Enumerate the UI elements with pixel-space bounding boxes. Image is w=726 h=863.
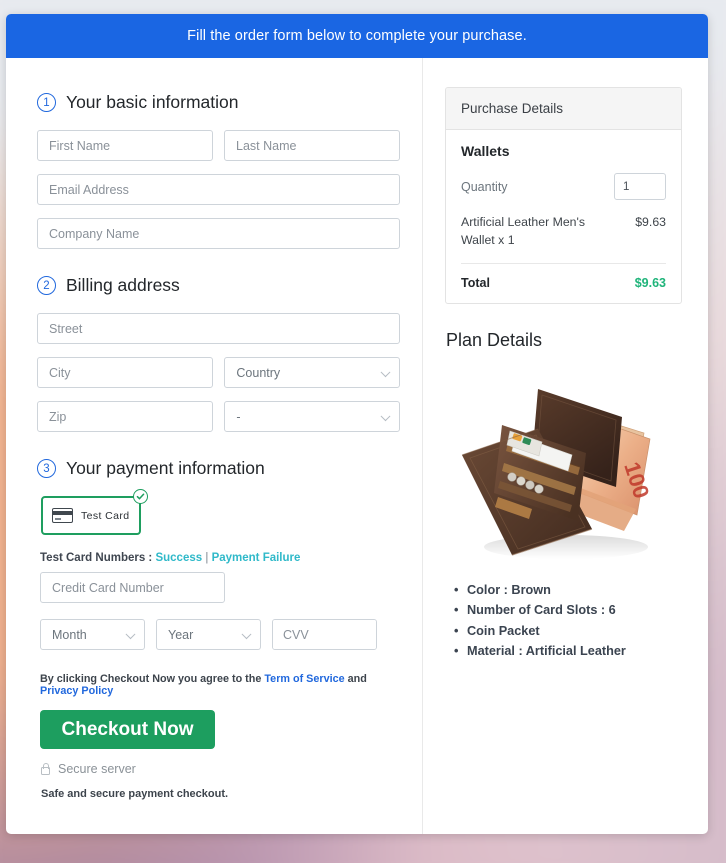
safe-checkout-note: Safe and secure payment checkout. (41, 788, 229, 800)
line-item-name: Artificial Leather Men's Wallet x 1 (461, 215, 586, 247)
lock-icon (41, 762, 50, 775)
step-title-billing-address: Billing address (66, 275, 180, 295)
cvv-input[interactable] (273, 620, 376, 649)
expiry-cvv-row: Month Year (40, 619, 400, 650)
city-input[interactable] (37, 357, 214, 388)
terms-prefix: By clicking Checkout Now you agree to th… (40, 673, 265, 685)
company-row (37, 218, 400, 249)
product-image: 100 (445, 359, 682, 574)
expiry-year-value: Year (156, 619, 261, 650)
secure-server-note: Secure server (41, 762, 400, 776)
line-item-row: Artificial Leather Men's Wallet x 1 $9.6… (461, 214, 666, 264)
country-select[interactable]: Country (224, 357, 400, 388)
step-number-3: 3 (37, 459, 56, 478)
company-name-input[interactable] (37, 218, 400, 249)
first-name-input[interactable] (37, 130, 213, 161)
test-card-numbers-line: Test Card Numbers : Success | Payment Fa… (40, 552, 400, 564)
banner-text: Fill the order form below to complete yo… (187, 28, 527, 44)
test-card-numbers-label: Test Card Numbers : (40, 552, 153, 564)
total-row: Total $9.63 (461, 264, 666, 290)
link-separator: | (205, 552, 209, 564)
selected-check-icon (133, 489, 148, 504)
street-row (37, 313, 400, 344)
step-header-billing-address: 2 Billing address (37, 275, 400, 296)
street-input[interactable] (37, 313, 400, 344)
quantity-input[interactable] (614, 173, 666, 200)
summary-column: Purchase Details Wallets Quantity Artifi… (423, 58, 708, 834)
last-name-input[interactable] (224, 130, 400, 161)
email-row (37, 174, 400, 205)
payment-failure-test-card-link[interactable]: Payment Failure (212, 552, 301, 564)
test-card-label: Test Card (81, 509, 130, 522)
total-label: Total (461, 275, 490, 290)
card-columns: 1 Your basic information 2 Billing addre… (6, 58, 708, 834)
line-item-price: $9.63 (635, 215, 666, 229)
credit-card-number-input[interactable] (40, 572, 225, 603)
country-select-value: Country (224, 357, 400, 388)
cvv-field-group (272, 619, 377, 650)
purchase-details-panel: Purchase Details Wallets Quantity Artifi… (445, 87, 682, 304)
purchase-details-body: Wallets Quantity Artificial Leather Men'… (446, 130, 681, 303)
expiry-month-value: Month (40, 619, 145, 650)
step-number-2: 2 (37, 276, 56, 295)
plan-features-list: Color : Brown Number of Card Slots : 6 C… (454, 580, 682, 662)
plan-details-title: Plan Details (446, 329, 543, 350)
privacy-policy-link[interactable]: Privacy Policy (40, 685, 113, 697)
page-banner: Fill the order form below to complete yo… (6, 14, 708, 58)
secure-server-label: Secure server (58, 762, 136, 776)
total-amount: $9.63 (634, 275, 666, 290)
state-select[interactable]: - (224, 401, 400, 432)
zip-input[interactable] (37, 401, 214, 432)
name-row (37, 130, 400, 161)
plan-feature-item: Coin Packet (454, 621, 682, 642)
quantity-label: Quantity (461, 179, 508, 194)
zip-state-row: - (37, 401, 400, 432)
step-header-basic-information: 1 Your basic information (37, 92, 400, 113)
step-header-payment-information: 3 Your payment information (37, 458, 400, 479)
step-title-basic-information: Your basic information (66, 92, 239, 112)
test-card-option-wrapper: Test Card (41, 489, 148, 535)
plan-feature-item: Material : Artificial Leather (454, 641, 682, 662)
expiry-year-select[interactable]: Year (156, 619, 261, 650)
wallet-illustration: 100 (461, 388, 654, 559)
state-select-value: - (224, 401, 400, 432)
terms-conjunction: and (344, 673, 367, 685)
plan-feature-item: Number of Card Slots : 6 (454, 600, 682, 621)
plan-feature-item: Color : Brown (454, 580, 682, 601)
expiry-month-select[interactable]: Month (40, 619, 145, 650)
step-number-1: 1 (37, 93, 56, 112)
success-test-card-link[interactable]: Success (155, 552, 202, 564)
test-card-option[interactable]: Test Card (41, 496, 141, 535)
checkout-card: Fill the order form below to complete yo… (6, 14, 708, 834)
order-form-column: 1 Your basic information 2 Billing addre… (6, 58, 423, 834)
email-input[interactable] (37, 174, 400, 205)
term-of-service-link[interactable]: Term of Service (264, 673, 344, 685)
credit-card-icon (52, 508, 73, 523)
terms-agreement-text: By clicking Checkout Now you agree to th… (40, 673, 400, 697)
checkout-now-button[interactable]: Checkout Now (40, 710, 215, 749)
product-title: Wallets (461, 143, 510, 159)
step-title-payment-information: Your payment information (66, 458, 265, 478)
purchase-details-header: Purchase Details (446, 88, 681, 130)
quantity-row: Quantity (461, 173, 666, 200)
city-country-row: Country (37, 357, 400, 388)
